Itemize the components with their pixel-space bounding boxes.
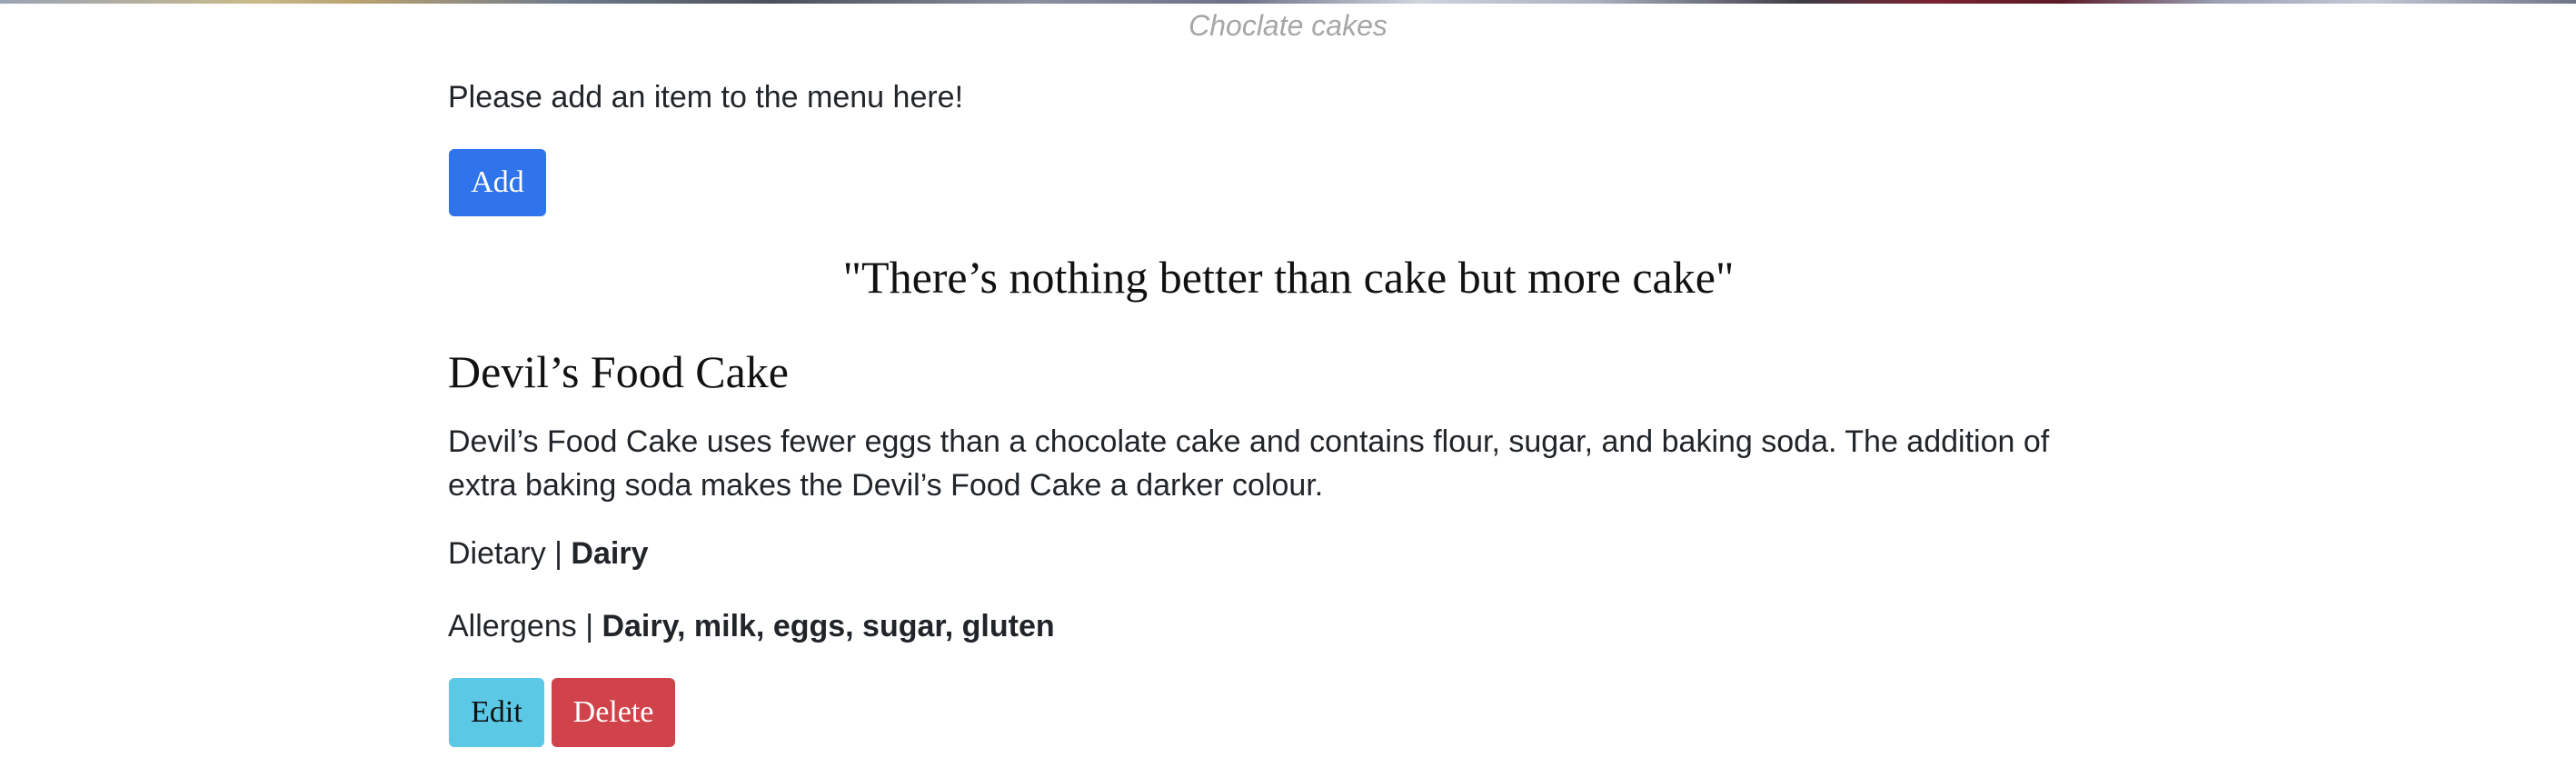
allergens-value: Dairy, milk, eggs, sugar, gluten <box>602 609 1055 643</box>
add-button[interactable]: Add <box>449 149 546 216</box>
item-description: Devil’s Food Cake uses fewer eggs than a… <box>448 424 2050 503</box>
add-item-prompt: Please add an item to the menu here! <box>448 80 964 115</box>
edit-button[interactable]: Edit <box>449 678 544 747</box>
item-title: Devil’s Food Cake <box>448 346 789 397</box>
dietary-label: Dietary | <box>448 536 572 571</box>
allergens-label: Allergens | <box>448 609 602 643</box>
item-allergens: Allergens | Dairy, milk, eggs, sugar, gl… <box>448 609 1055 644</box>
hero-caption: Choclate cakes <box>1189 9 1387 42</box>
delete-button[interactable]: Delete <box>552 678 675 747</box>
cake-quote: "There’s nothing better than cake but mo… <box>842 252 1735 303</box>
hero-image-strip <box>0 0 2576 4</box>
item-dietary: Dietary | Dairy <box>448 536 648 572</box>
dietary-value: Dairy <box>571 536 649 571</box>
